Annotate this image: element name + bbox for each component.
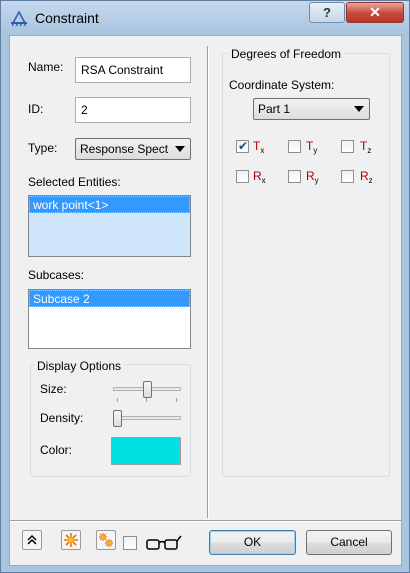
size-label: Size: bbox=[40, 382, 67, 396]
slider-tick bbox=[117, 398, 118, 402]
slider-tick bbox=[146, 398, 147, 402]
coordinate-system-value: Part 1 bbox=[258, 102, 291, 116]
multi-starburst-icon bbox=[99, 533, 113, 547]
color-swatch[interactable] bbox=[111, 437, 181, 465]
starburst-icon bbox=[64, 533, 78, 547]
color-label: Color: bbox=[40, 443, 73, 457]
checkbox[interactable] bbox=[288, 170, 301, 183]
checkbox[interactable] bbox=[341, 170, 354, 183]
density-slider-thumb[interactable] bbox=[113, 410, 122, 427]
footer-divider bbox=[10, 520, 401, 522]
double-chevron-up-icon bbox=[27, 534, 37, 545]
coordinate-system-dropdown[interactable]: Part 1 bbox=[253, 98, 370, 120]
type-dropdown[interactable]: Response Spect bbox=[75, 138, 191, 160]
size-slider-thumb[interactable] bbox=[142, 381, 152, 398]
highlight-button[interactable] bbox=[61, 530, 81, 550]
selected-entities-label: Selected Entities: bbox=[28, 175, 121, 189]
help-button[interactable]: ? bbox=[309, 2, 345, 23]
check-icon: ✔ bbox=[238, 139, 249, 153]
column-divider bbox=[207, 46, 209, 518]
close-button[interactable]: ✕ bbox=[346, 2, 404, 23]
dof-label: Tz bbox=[360, 139, 372, 155]
dof-label: Rx bbox=[253, 169, 266, 185]
degrees-of-freedom-title: Degrees of Freedom bbox=[228, 47, 345, 61]
collapse-button[interactable] bbox=[22, 530, 42, 550]
id-field[interactable]: 2 bbox=[75, 97, 191, 123]
density-slider-track bbox=[113, 416, 181, 420]
dof-label: Tx bbox=[253, 139, 265, 155]
highlight-all-button[interactable] bbox=[96, 530, 116, 550]
type-label: Type: bbox=[28, 141, 58, 155]
slider-tick bbox=[176, 398, 177, 402]
checkbox[interactable] bbox=[341, 140, 354, 153]
dof-label: Ty bbox=[306, 139, 318, 155]
window-title: Constraint bbox=[35, 10, 99, 26]
list-item[interactable]: work point<1> bbox=[29, 196, 190, 213]
dialog-client-area: Name: RSA Constraint ID: 2 Type: Respons… bbox=[9, 35, 402, 566]
selected-entities-list[interactable]: work point<1> bbox=[28, 195, 191, 257]
display-options-title: Display Options bbox=[34, 359, 125, 373]
chevron-down-icon bbox=[354, 106, 364, 112]
list-item[interactable]: Subcase 2 bbox=[29, 290, 190, 307]
type-dropdown-value: Response Spect bbox=[80, 142, 169, 156]
cancel-button[interactable]: Cancel bbox=[306, 530, 392, 555]
coordinate-system-label: Coordinate System: bbox=[229, 78, 335, 92]
dof-label: Rz bbox=[360, 169, 373, 185]
name-label: Name: bbox=[28, 60, 64, 74]
name-field[interactable]: RSA Constraint bbox=[75, 57, 191, 83]
title-bar[interactable]: Constraint ? ✕ bbox=[1, 1, 409, 34]
checkbox[interactable] bbox=[288, 140, 301, 153]
ok-button[interactable]: OK bbox=[209, 530, 296, 555]
subcases-list[interactable]: Subcase 2 bbox=[28, 289, 191, 349]
constraint-dialog: Constraint ? ✕ Name: RSA Constraint ID: … bbox=[0, 0, 410, 573]
checkbox[interactable] bbox=[236, 170, 249, 183]
density-label: Density: bbox=[40, 411, 84, 425]
show-checkbox[interactable] bbox=[123, 536, 137, 550]
id-label: ID: bbox=[28, 102, 44, 116]
glasses-icon bbox=[146, 535, 182, 550]
chevron-down-icon bbox=[175, 146, 185, 152]
dof-label: Ry bbox=[306, 169, 319, 185]
checkbox[interactable]: ✔ bbox=[236, 139, 249, 153]
subcases-label: Subcases: bbox=[28, 268, 85, 282]
constraint-icon bbox=[11, 10, 27, 27]
